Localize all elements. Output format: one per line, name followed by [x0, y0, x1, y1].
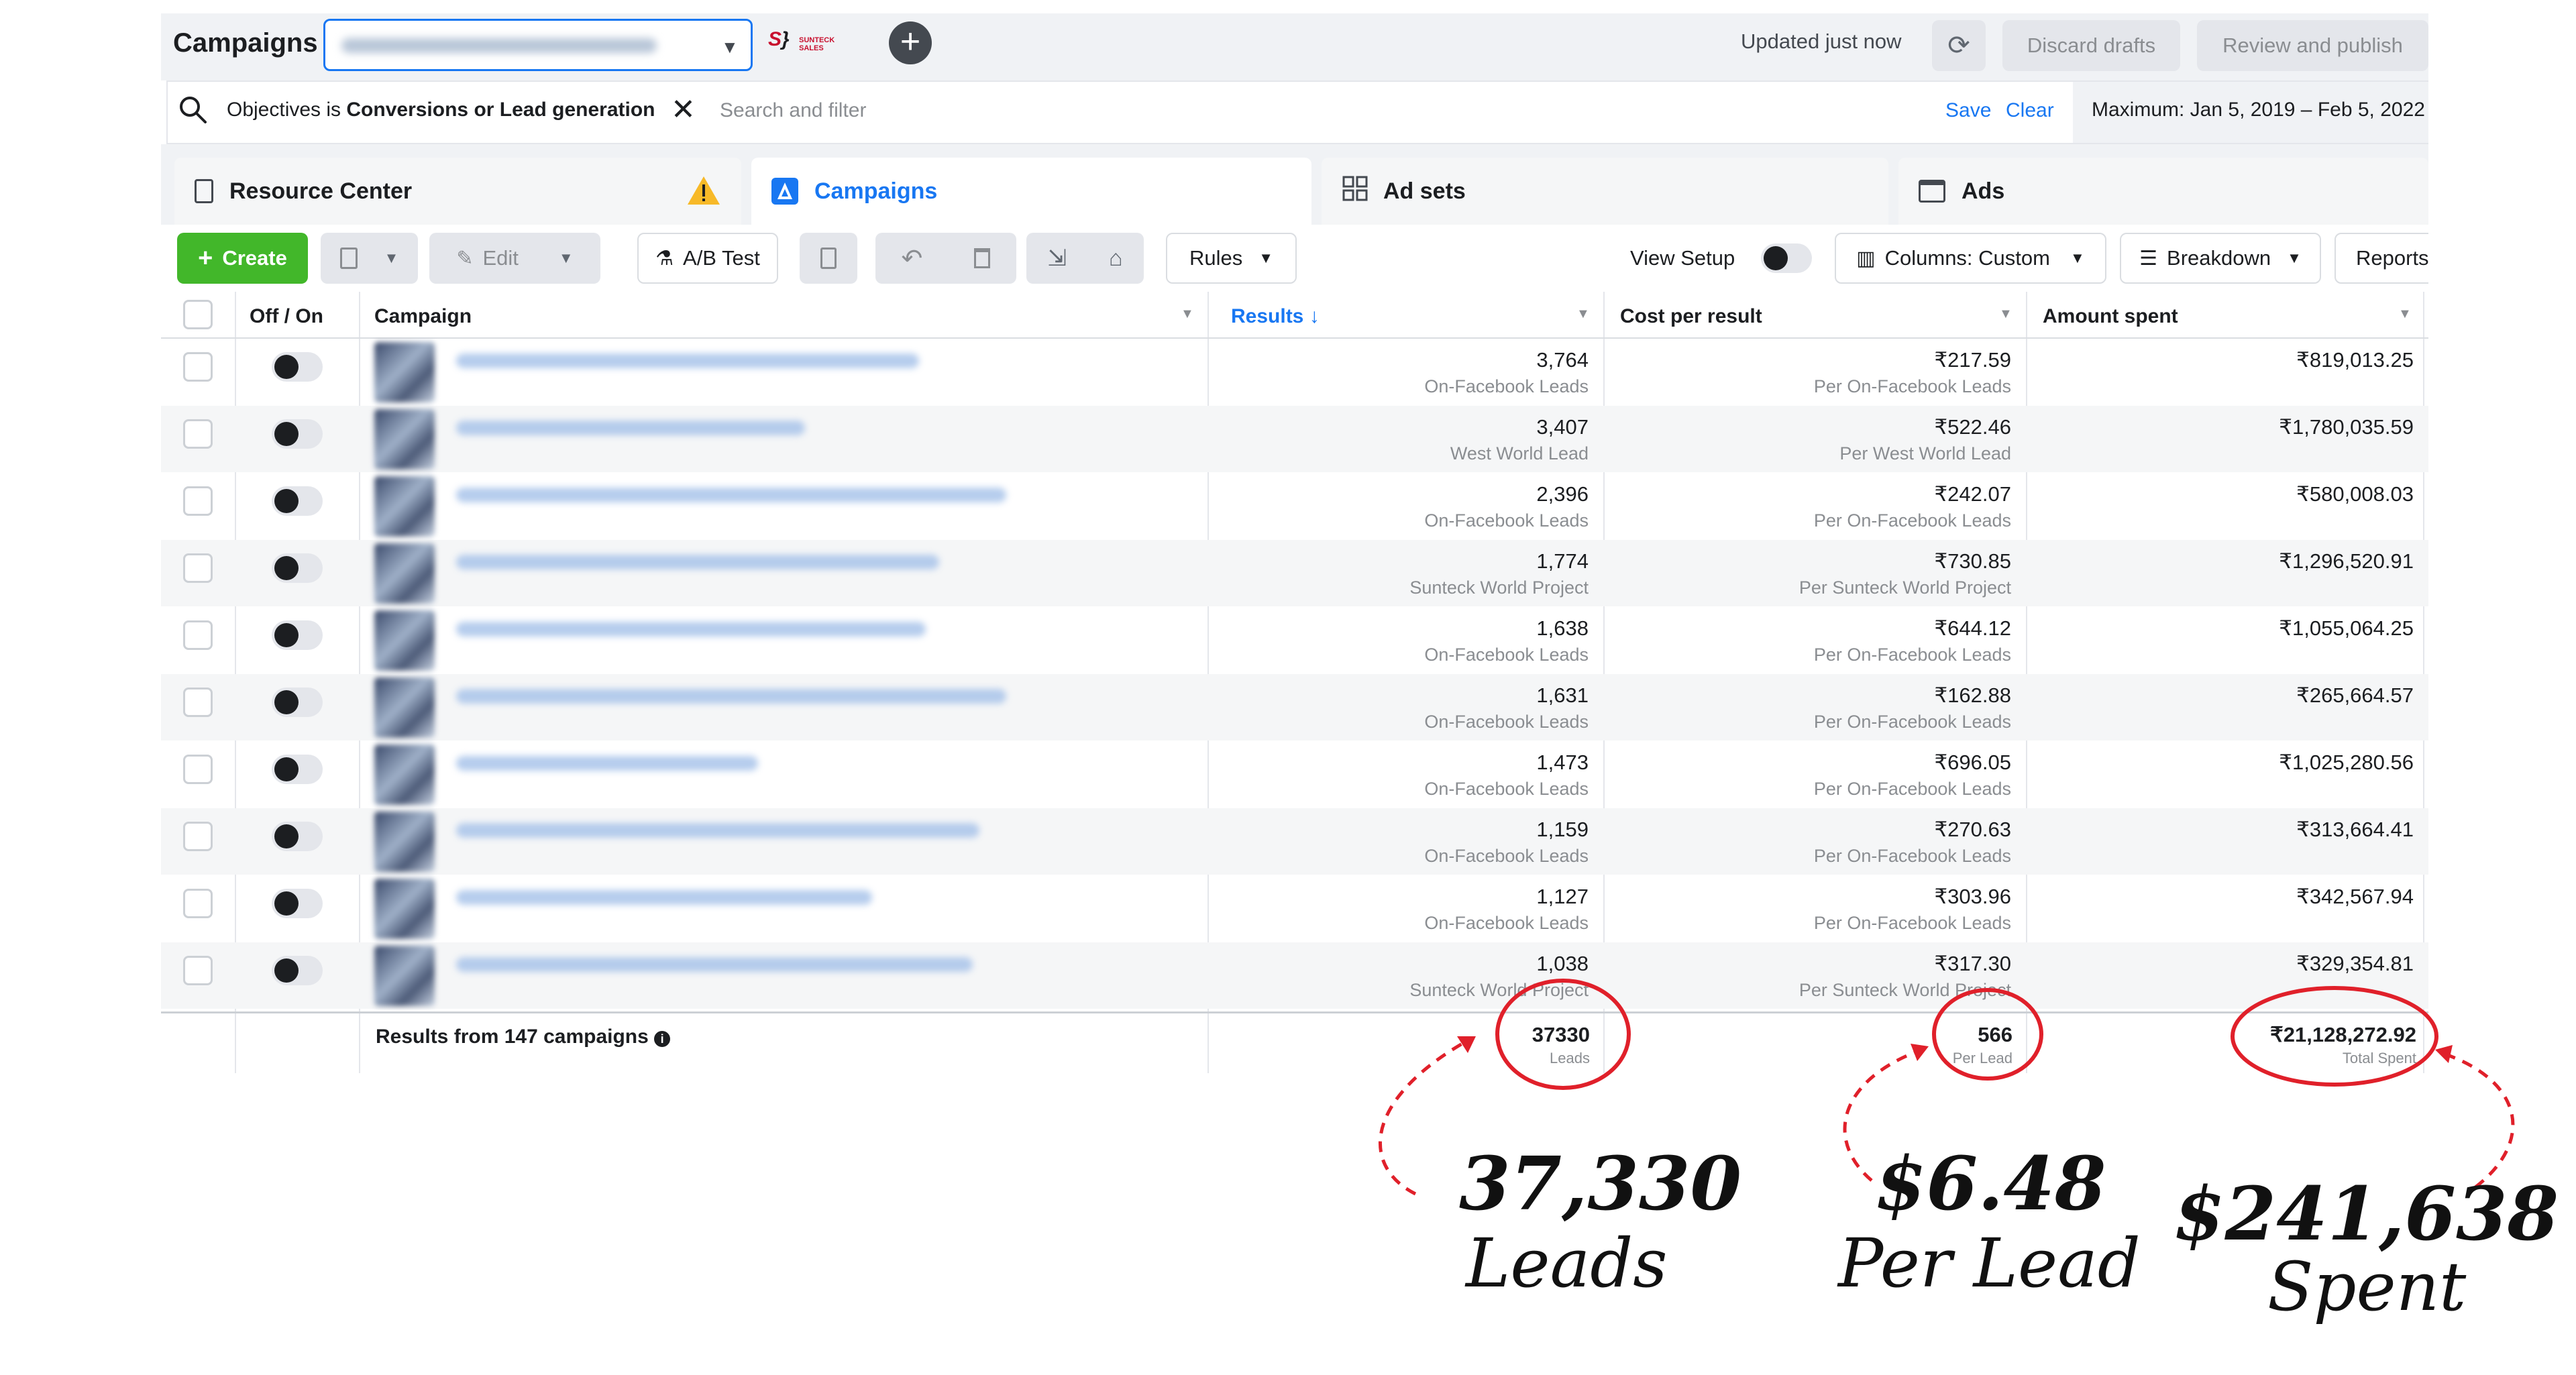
cpl-annotation-number: $6.48 [1875, 1140, 2106, 1227]
spent-annotation-number: $241,638 [2174, 1170, 2559, 1257]
spent-circle [2231, 986, 2438, 1087]
spent-annotation-label: Spent [2267, 1248, 2467, 1326]
leads-annotation-number: 37,330 [1459, 1140, 1741, 1227]
leads-annotation-label: Leads [1466, 1224, 1668, 1303]
annotation-overlay [1379, 979, 2515, 1196]
leads-arrow [1379, 1038, 1470, 1196]
results-circle [1495, 979, 1631, 1090]
cpl-annotation-label: Per Lead [1838, 1224, 2141, 1303]
cpr-circle [1932, 988, 2043, 1081]
spent-arrow [2441, 1051, 2515, 1189]
